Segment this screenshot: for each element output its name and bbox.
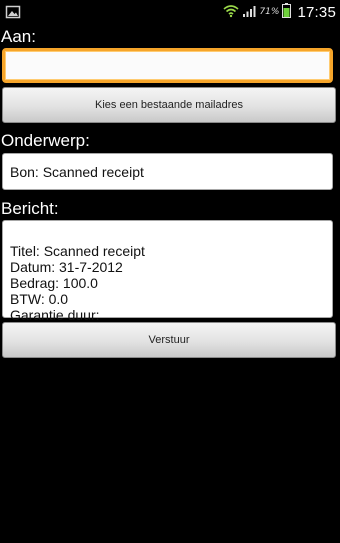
message-textarea-value: Titel: Scanned receipt Datum: 31-7-2012 …: [10, 243, 145, 323]
subject-input-value: Bon: Scanned receipt: [10, 163, 144, 180]
choose-address-button[interactable]: Kies een bestaande mailadres: [2, 87, 336, 123]
subject-label: Onderwerp:: [1, 131, 90, 150]
send-button-label: Verstuur: [148, 334, 190, 346]
choose-address-button-label: Kies een bestaande mailadres: [95, 99, 243, 111]
send-button[interactable]: Verstuur: [2, 322, 336, 358]
battery-percent: 71%: [259, 7, 280, 17]
status-time: 17:35: [297, 3, 336, 21]
to-label: Aan:: [1, 27, 36, 46]
battery-icon: [282, 2, 292, 22]
status-icons: 71% 17:35: [223, 0, 336, 24]
message-label: Bericht:: [1, 199, 59, 218]
image-icon: [5, 4, 21, 20]
subject-input[interactable]: Bon: Scanned receipt: [2, 153, 333, 190]
message-textarea[interactable]: Titel: Scanned receipt Datum: 31-7-2012 …: [2, 220, 333, 323]
wifi-icon: [223, 3, 239, 22]
to-input[interactable]: [2, 48, 333, 83]
signal-icon: [242, 3, 256, 22]
status-bar: 71% 17:35: [0, 0, 340, 24]
